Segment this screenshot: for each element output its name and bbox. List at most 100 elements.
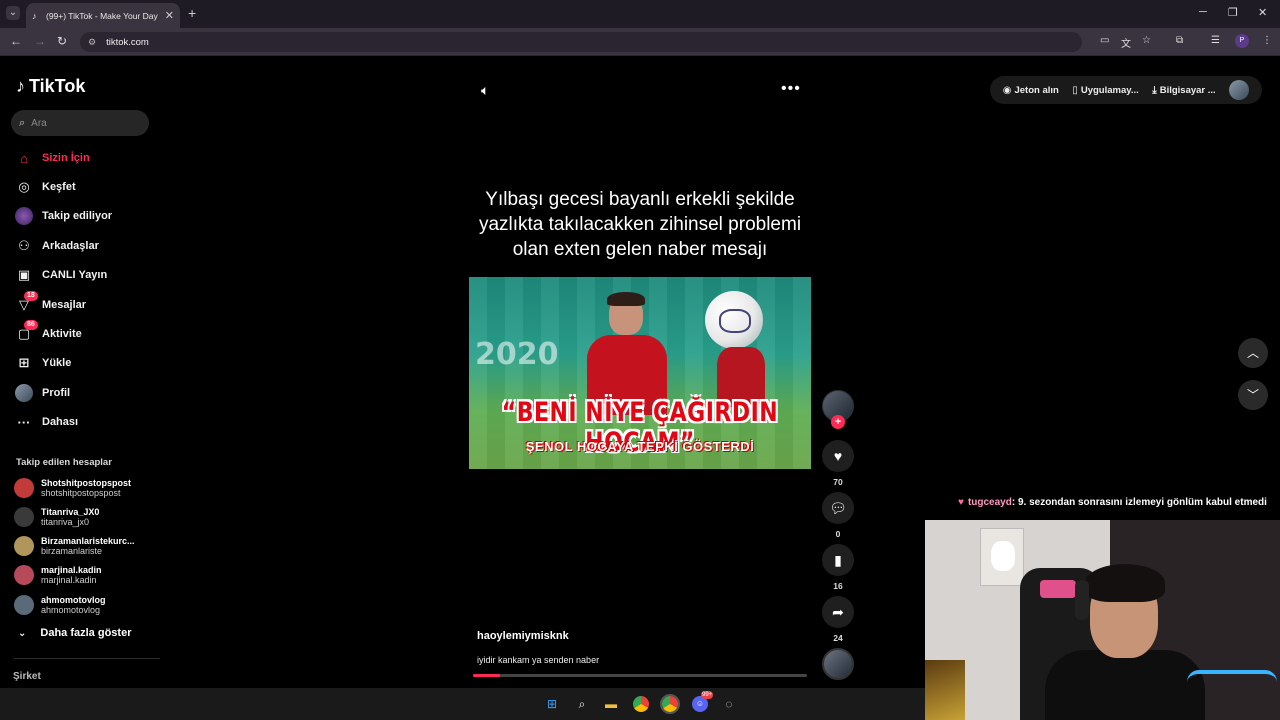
get-coins-label: Jeton alın [1014,84,1059,96]
show-more-button[interactable]: ⌄ Daha fazla göster [18,627,131,639]
like-button[interactable]: ♥ [822,440,854,472]
account-handle: titanriva_jx0 [41,517,90,527]
app-icon[interactable]: ◌ [721,696,737,712]
following-account[interactable]: Birzamanlaristekurc... birzamanlariste [14,533,154,559]
avatar [14,536,34,556]
sidebar-item-following[interactable]: Takip ediliyor [14,205,154,227]
sidebar-divider [14,658,160,659]
account-name: Titanriva_JX0 [41,507,100,517]
file-explorer-icon[interactable]: ▬ [603,696,619,712]
rgb-light [1187,670,1277,694]
share-icon: ➦ [832,604,844,620]
poster-cat [991,541,1015,571]
account-handle: birzamanlariste [41,546,103,556]
headset [1075,580,1089,620]
sidebar-item-activity[interactable]: ▢ 86 Aktivite [14,320,154,345]
chrome-icon[interactable] [633,696,649,712]
company-section-title[interactable]: Şirket [13,671,41,682]
taskbar-search-icon[interactable]: ⌕ [574,696,590,712]
comment-icon: 💬︎ [829,500,847,516]
sidebar-item-friends[interactable]: ⚇ Arkadaşlar [14,235,154,257]
desktop-app-label: Bilgisayar ... [1159,84,1216,96]
reload-icon[interactable]: ↻ [57,34,67,48]
following-account[interactable]: marjinal.kadin marjinal.kadin [14,562,154,588]
header-actions: ◉ Jeton alın ▯ Uygulamay... ⤓ Bilgisayar ..… [990,76,1262,104]
discord-icon[interactable]: 99+ ☺ [692,691,714,712]
extensions-icon[interactable]: ⧉ [1176,35,1183,46]
sidebar-item-messages[interactable]: ▽ 18 Mesajlar [14,291,154,316]
search-input[interactable]: ⌕ Ara [11,110,149,136]
restore-icon[interactable]: ❐ [1228,6,1238,19]
address-bar[interactable]: ⚙ tiktok.com [80,32,1082,52]
following-account[interactable]: Titanriva_JX0 titanriva_jx0 [14,504,154,530]
account-name: Birzamanlaristekurc... [41,536,135,546]
next-video-button[interactable]: ﹀ [1238,380,1268,410]
get-coins-button[interactable]: ◉ Jeton alın [1003,85,1059,96]
user-avatar[interactable] [1229,80,1250,100]
chair-logo [1040,580,1076,598]
comment-button[interactable]: 💬︎ [822,492,854,524]
minimize-icon[interactable]: ─ [1199,6,1207,18]
more-options-icon[interactable]: ••• [781,80,801,98]
volume-icon[interactable]: 🔈︎ [481,82,489,99]
chat-heart-icon: ♥ [958,497,964,508]
new-tab-icon[interactable]: + [188,5,196,21]
chevron-up-icon: ︿ [1246,346,1259,360]
sidebar-item-live[interactable]: ▣ CANLI Yayın [14,264,154,286]
following-account[interactable]: Shotshitpostopspost shotshitpostopspost [14,475,154,501]
sidebar-item-upload[interactable]: ⊞ Yükle [14,352,154,374]
bookmark-star-icon[interactable]: ☆ [1142,35,1151,46]
bookmark-icon: ▮ [834,552,842,568]
browser-tab-tiktok[interactable]: ♪ (99+) TikTok - Make Your Day ✕ [26,3,180,28]
share-count: 24 [833,633,843,643]
browser-profile-avatar[interactable]: P [1235,34,1249,48]
compass-icon: ◎ [18,179,30,194]
back-icon[interactable]: ← [10,34,22,48]
sidebar-item-explore[interactable]: ◎ Keşfet [14,176,154,198]
reading-list-icon[interactable]: ☰ [1211,35,1220,46]
music-disc-avatar[interactable] [822,648,854,680]
sidebar-item-label: CANLI Yayın [42,269,108,281]
get-app-button[interactable]: ▯ Uygulamay... [1072,85,1138,96]
tab-search-icon[interactable]: ⌄ [6,6,20,20]
cast-icon[interactable]: ▭ [1100,35,1109,46]
desktop-app-button[interactable]: ⤓ Bilgisayar ... [1152,85,1215,96]
streamer-shirt [1045,650,1205,720]
video-progress-bar[interactable] [473,674,807,677]
following-account[interactable]: ahmomotovlog ahmomotovlog [14,592,154,618]
browser-menu-icon[interactable]: ⋮ [1262,35,1272,46]
sidebar-item-label: Mesajlar [42,299,87,311]
windows-start-icon[interactable]: ⊞ [544,696,560,712]
avatar [14,478,34,498]
follow-plus-icon[interactable]: + [831,415,845,429]
discord-badge: 99+ [701,691,714,699]
avatar [14,565,34,585]
save-button[interactable]: ▮ [822,544,854,576]
search-placeholder: Ara [31,117,47,129]
stream-chat-message: ♥ tugceayd: 9. sezondan sonrasını izlemey… [958,497,1267,508]
tab-close-icon[interactable]: ✕ [165,9,174,22]
chevron-down-icon: ﹀ [1246,388,1259,402]
football [705,291,763,349]
friends-icon: ⚇ [18,238,30,253]
video-progress-fill [473,674,500,677]
share-button[interactable]: ➦ [822,596,854,628]
translate-icon[interactable]: 文 [1121,35,1131,50]
tiktok-logo[interactable]: ♪ TikTok [16,76,85,97]
video-player[interactable]: 2020 “BENİ NİYE ÇAĞIRDIN HOCAM” ŞENOL HO… [469,277,811,469]
sidebar-item-for-you[interactable]: ⌂ Sizin İçin [14,147,154,169]
chrome-active-icon[interactable] [660,694,680,714]
tiktok-brand-text: TikTok [29,76,86,96]
previous-video-button[interactable]: ︿ [1238,338,1268,368]
sidebar-item-label: Profil [42,387,71,399]
account-name: ahmomotovlog [41,595,106,605]
browser-toolbar: ← → ↻ ⚙ tiktok.com ▭ 文 ☆ ⧉ ☰ P ⋮ [0,28,1280,56]
video-author[interactable]: haoylemiymisknk [477,630,569,642]
sidebar-item-more[interactable]: ··· Dahası [14,411,154,433]
site-info-icon[interactable]: ⚙ [88,37,96,48]
window-close-icon[interactable]: ✕ [1258,6,1267,19]
forward-icon[interactable]: → [34,34,46,48]
player-hair [607,292,645,306]
sidebar-item-profile[interactable]: Profil [14,382,154,404]
chevron-down-icon: ⌄ [18,627,27,639]
